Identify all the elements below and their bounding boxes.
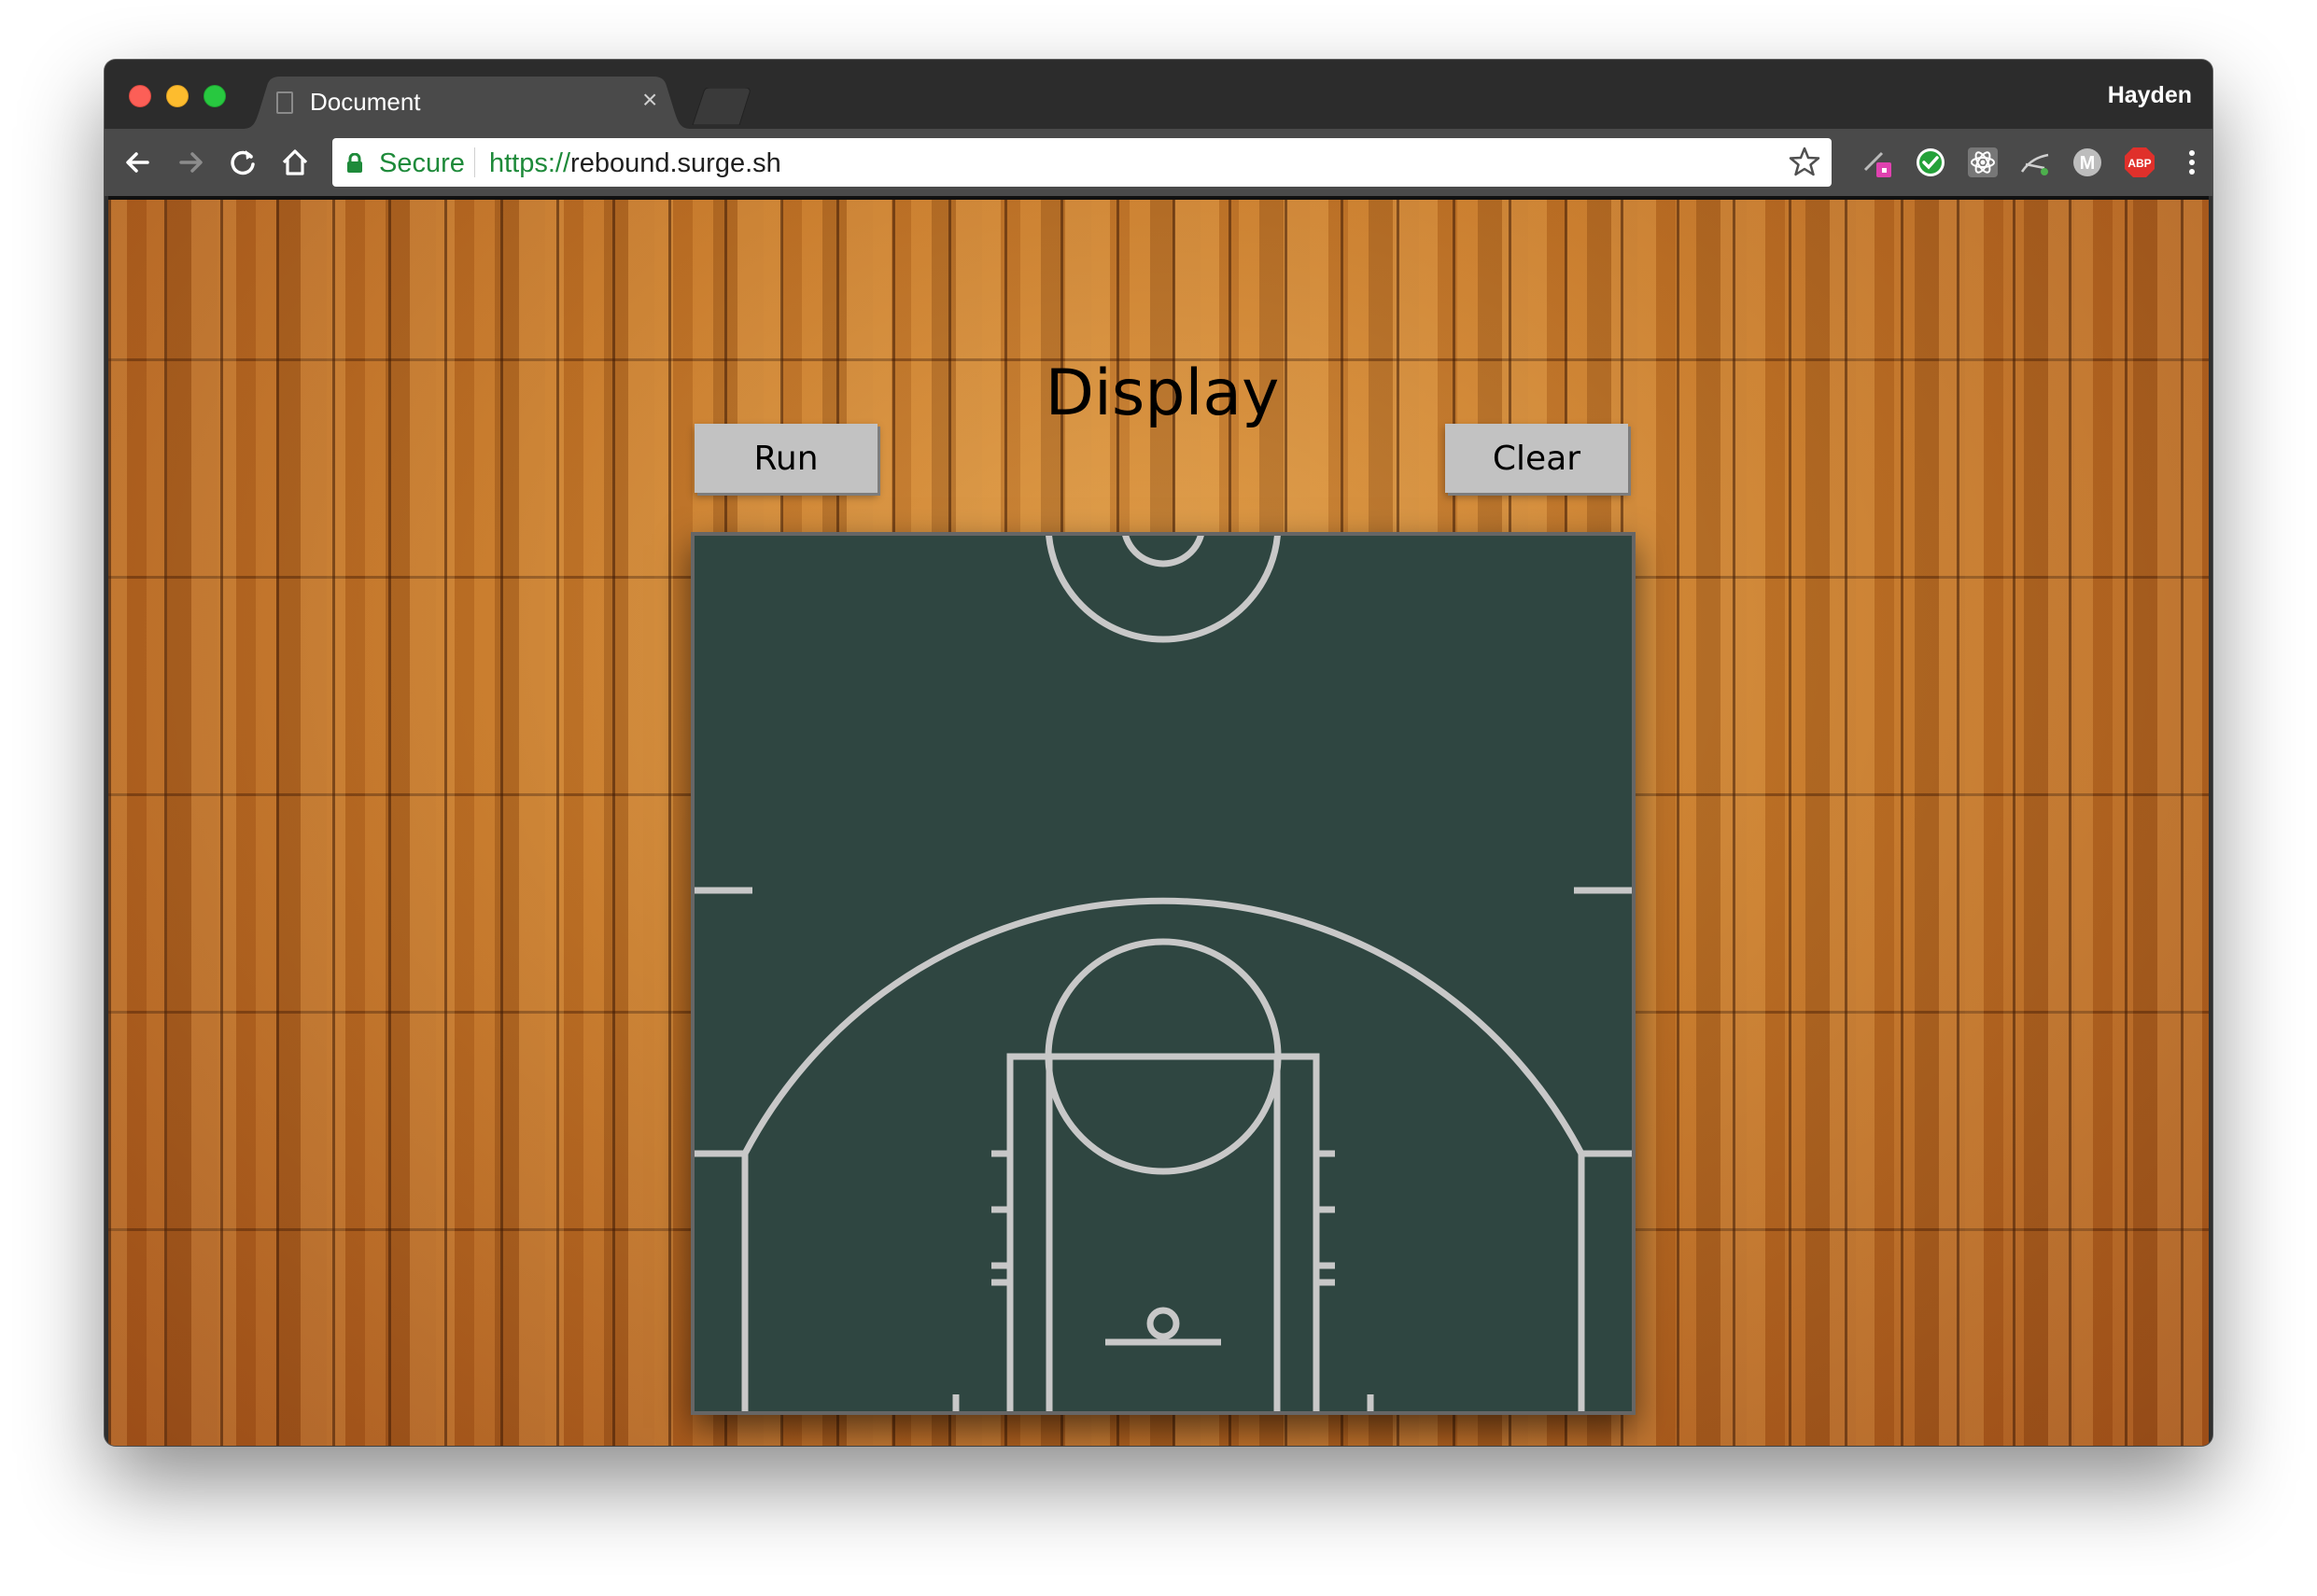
bookmark-star-icon[interactable] — [1789, 146, 1820, 177]
run-button[interactable]: Run — [695, 424, 878, 493]
profile-name[interactable]: Hayden — [2108, 82, 2192, 109]
home-icon[interactable] — [276, 144, 314, 181]
court-lines — [695, 536, 1632, 1411]
browser-window: Document × Hayden Secure https://rebound… — [105, 60, 2212, 1446]
adblock-label: ABP — [2127, 157, 2151, 170]
adblock-plus-icon[interactable]: ABP — [2121, 144, 2158, 181]
address-bar[interactable]: Secure https://rebound.surge.sh — [332, 138, 1832, 187]
center-inner-circle — [1122, 536, 1204, 567]
key-inner — [1046, 1057, 1281, 1411]
url-text[interactable]: https://rebound.surge.sh — [489, 148, 781, 179]
lock-icon — [347, 153, 362, 173]
page-title: Display — [1045, 357, 1280, 430]
omnibox-divider — [474, 147, 475, 177]
m-extension-icon[interactable]: M — [2069, 144, 2106, 181]
pen-extension-icon[interactable] — [1860, 144, 1897, 181]
clear-button[interactable]: Clear — [1445, 424, 1628, 493]
close-window-button[interactable] — [129, 85, 151, 107]
browser-toolbar: Secure https://rebound.surge.sh M ABP — [105, 129, 2212, 196]
tab-strip: Document × Hayden — [105, 60, 2212, 129]
tab-close-icon[interactable]: × — [642, 85, 657, 115]
tab-title: Document — [310, 88, 421, 116]
rim — [1146, 1307, 1180, 1340]
url-scheme: https:// — [489, 148, 571, 178]
page-content: Display Run Clear — [108, 196, 2209, 1446]
basketball-court-canvas[interactable] — [691, 532, 1636, 1415]
key-outer — [1006, 1053, 1320, 1411]
maximize-window-button[interactable] — [204, 85, 226, 107]
center-circle — [1046, 536, 1281, 643]
check-extension-icon[interactable] — [1912, 144, 1949, 181]
secure-label: Secure — [379, 148, 465, 178]
document-icon — [276, 91, 293, 114]
new-tab-button[interactable] — [691, 88, 756, 125]
m-extension-label: M — [2080, 153, 2096, 174]
forward-icon[interactable] — [172, 144, 209, 181]
menu-icon[interactable] — [2173, 144, 2211, 181]
reload-icon[interactable] — [224, 144, 261, 181]
react-extension-icon[interactable] — [1964, 144, 2001, 181]
minimize-window-button[interactable] — [166, 85, 189, 107]
network-extension-icon[interactable] — [2016, 144, 2054, 181]
url-host: rebound.surge.sh — [570, 148, 781, 178]
back-icon[interactable] — [119, 144, 157, 181]
